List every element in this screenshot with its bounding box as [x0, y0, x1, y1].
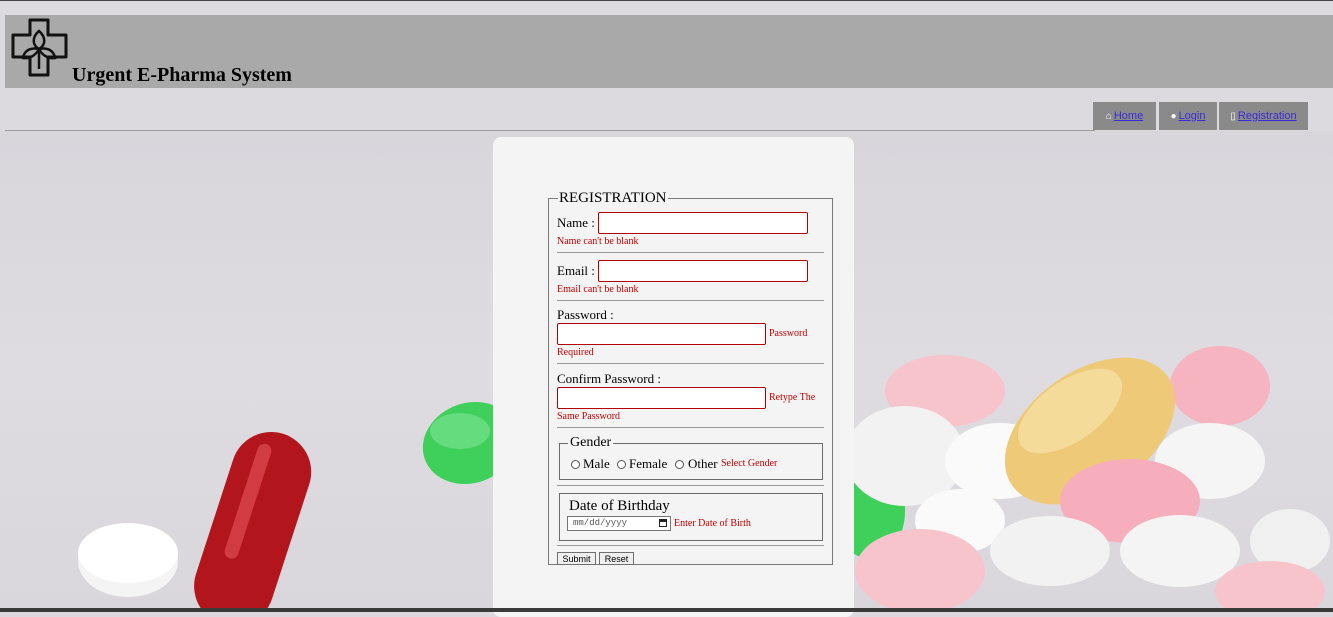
email-error: Email can't be blank	[557, 284, 639, 295]
divider	[557, 363, 824, 364]
dob-date-input[interactable]: mm/dd/yyyy	[567, 516, 671, 531]
nav-login[interactable]: ● Login	[1159, 102, 1217, 130]
nav-home-link[interactable]: Home	[1114, 110, 1143, 122]
user-icon: ●	[1170, 110, 1177, 122]
mobile-icon: ▯	[1230, 110, 1236, 122]
nav-divider	[5, 130, 1095, 131]
top-border	[0, 0, 1333, 1]
gender-female-label: Female	[629, 456, 668, 471]
nav-login-link[interactable]: Login	[1179, 110, 1206, 122]
divider	[557, 485, 824, 486]
password-input[interactable]	[557, 323, 766, 345]
divider	[557, 252, 824, 253]
confirm-password-error-line1: Retype The	[769, 392, 816, 403]
name-error: Name can't be blank	[557, 236, 639, 247]
gender-other-radio[interactable]	[675, 460, 684, 469]
dob-error: Enter Date of Birth	[674, 518, 751, 529]
site-header: Urgent E-Pharma System	[5, 15, 1333, 88]
dob-placeholder: mm/dd/yyyy	[573, 518, 628, 528]
nav-registration[interactable]: ▯ Registration	[1219, 102, 1308, 130]
gender-male-radio[interactable]	[571, 460, 580, 469]
pharmacy-cross-leaf-icon	[11, 18, 68, 77]
name-input[interactable]	[598, 212, 808, 234]
divider	[557, 545, 824, 546]
password-label: Password :	[557, 307, 614, 322]
gender-male-label: Male	[583, 456, 610, 471]
email-input[interactable]	[598, 260, 808, 282]
nav-registration-link[interactable]: Registration	[1238, 110, 1297, 122]
password-error-line1: Password	[769, 328, 808, 339]
confirm-password-input[interactable]	[557, 387, 766, 409]
registration-legend: REGISTRATION	[559, 190, 667, 206]
bottom-border	[0, 608, 1333, 612]
gender-other-label: Other	[688, 456, 718, 471]
gender-female-radio[interactable]	[617, 460, 626, 469]
password-error-line2: Required	[557, 347, 594, 358]
divider	[557, 427, 824, 428]
calendar-icon[interactable]	[659, 519, 667, 527]
nav-home[interactable]: ⌂ Home	[1093, 102, 1156, 130]
confirm-password-label: Confirm Password :	[557, 371, 661, 386]
gender-legend: Gender	[570, 435, 612, 450]
email-label: Email :	[557, 263, 595, 278]
submit-button[interactable]: Submit	[557, 552, 596, 565]
gender-error: Select Gender	[721, 458, 778, 469]
reset-button[interactable]: Reset	[599, 552, 634, 565]
confirm-password-error-line2: Same Password	[557, 411, 621, 422]
site-title: Urgent E-Pharma System	[72, 64, 292, 86]
name-label: Name :	[557, 215, 595, 230]
divider	[557, 300, 824, 301]
home-icon: ⌂	[1105, 110, 1112, 122]
dob-legend: Date of Birthday	[569, 498, 670, 514]
